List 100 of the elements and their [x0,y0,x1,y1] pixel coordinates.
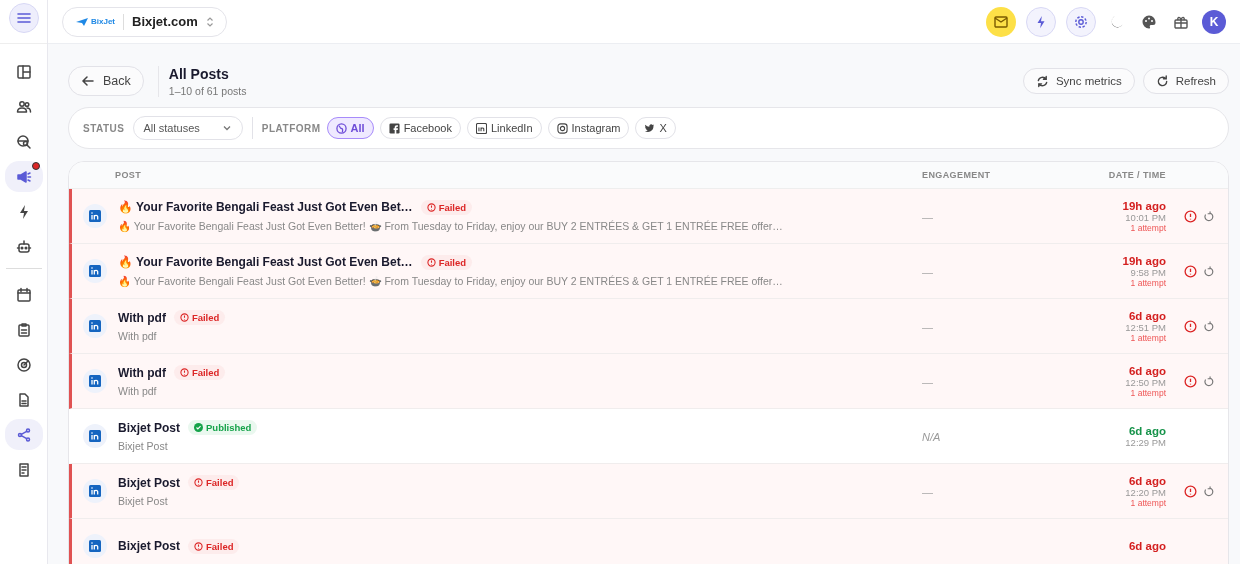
post-preview: Bixjet Post [118,440,169,452]
sync-icon [1035,74,1049,88]
info-icon [1184,484,1197,498]
megaphone-icon [15,168,32,185]
retry-icon [1203,485,1214,497]
post-time: 12:29 PM [1125,436,1166,448]
alert-circle-icon [426,202,436,212]
people-icon [15,98,32,115]
post-preview: 🔥 Your Favorite Bengali Feast Just Got Even Better! 🍲 From Tuesday to Friday, enjoy our BUY 2 ENTRÉES & GET 1 ENTRÉE FREE offer… [118,219,784,233]
error-info-button[interactable] [1184,374,1197,388]
post-time: 12:20 PM [1125,486,1166,498]
post-row[interactable]: Bixjet Post Failed Bixjet Post — 6d ago 12:20 PM 1 attempt [69,464,1228,519]
clipboard-icon [15,321,32,338]
post-row[interactable]: With pdf Failed With pdf — 6d ago 12:51 PM 1 attempt [69,299,1228,354]
sidebar-item[interactable] [4,161,43,192]
post-preview: With pdf [118,330,158,342]
status-tag: Failed [173,365,226,380]
linkedin-icon [83,424,107,448]
sidebar-item[interactable] [4,419,43,450]
column-header: POST [114,170,143,180]
error-info-button[interactable] [1184,264,1197,278]
bolt-button[interactable] [1026,6,1056,37]
attempt-count: 1 attempt [1130,277,1166,288]
post-row[interactable]: With pdf Failed With pdf — 6d ago 12:50 PM 1 attempt [69,354,1228,409]
retry-button[interactable] [1203,375,1214,387]
platform-filter[interactable]: Instagram [547,117,630,139]
engagement-value: N/A [922,431,941,443]
platform-filter[interactable]: Facebook [379,117,461,139]
post-preview: Bixjet Post [118,495,169,507]
post-title: 🔥 Your Favorite Bengali Feast Just Got Even Bet… [118,255,413,269]
info-icon [1184,319,1197,333]
facebook-icon [388,122,400,134]
post-row[interactable] [69,189,1228,244]
status-tag: Failed [188,475,240,490]
retry-button[interactable] [1203,485,1214,497]
alert-circle-icon [194,541,203,551]
post-title: Bixjet Post [118,475,180,490]
platform-filter[interactable]: X [635,117,676,139]
alert-circle-icon [194,478,203,487]
platform-label: PLATFORM [261,122,321,134]
search-globe-icon [15,133,32,150]
user-avatar[interactable]: K [1202,9,1226,34]
info-icon [1184,264,1197,278]
workspace-switcher[interactable]: BixJet Bixjet.com [62,6,227,37]
palette-icon [1141,13,1157,30]
post-preview: 🔥 Your Favorite Bengali Feast Just Got Even Better! 🍲 From Tuesday to Friday, enjoy our BUY 2 ENTRÉES & GET 1 ENTRÉE FREE offer… [118,274,784,288]
relative-time: 19h ago [1122,254,1166,267]
linkedin-icon [83,534,107,558]
platform-filter[interactable]: All [326,117,374,139]
engagement-value: — [922,376,933,388]
column-header: DATE / TIME [1107,170,1167,180]
menu-icon [15,10,32,26]
relative-time: 6d ago [1128,540,1166,552]
attempt-count: 1 attempt [1130,387,1166,398]
post-row[interactable] [69,244,1228,299]
info-icon [1184,209,1197,223]
settings-button[interactable] [1066,6,1096,37]
error-info-button[interactable] [1184,319,1197,333]
layout-icon [15,63,32,80]
relative-time: 6d ago [1128,424,1166,437]
retry-button[interactable] [1203,265,1214,277]
status-tag: Failed [420,254,473,270]
retry-button[interactable] [1203,210,1214,222]
refresh-icon [1155,74,1169,88]
status-dropdown[interactable]: All statuses [132,116,243,140]
alert-circle-icon [426,257,436,267]
linkedin-icon [83,314,107,338]
back-button[interactable]: Back [68,66,144,96]
post-row[interactable]: Bixjet Post Failed 6d ago [69,519,1228,564]
linkedin-icon [83,204,107,228]
arrow-left-icon [81,74,95,88]
post-time: 10:01 PM [1125,211,1166,223]
column-header: ENGAGEMENT [922,170,992,180]
refresh-button[interactable]: Refresh [1142,68,1229,94]
retry-button[interactable] [1203,320,1214,332]
post-time: 9:58 PM [1130,266,1166,278]
status-label: STATUS [83,122,125,134]
instagram-icon [556,122,568,134]
page-title: All Posts [168,65,230,82]
share-icon [15,426,32,443]
menu-button[interactable] [8,3,39,33]
error-info-button[interactable] [1184,209,1197,223]
post-time: 12:51 PM [1125,321,1166,333]
post-preview: With pdf [118,385,158,397]
mail-icon [993,13,1009,30]
attempt-count: 1 attempt [1130,222,1166,233]
linkedin-icon [83,369,107,393]
sync-metrics-button[interactable]: Sync metrics [1022,68,1135,94]
post-title: With pdf [118,365,166,380]
mail-button[interactable] [986,6,1016,37]
linkedin-icon [83,259,107,283]
chevron-down-icon [221,123,232,133]
info-icon [1184,374,1197,388]
attempt-count: 1 attempt [1130,497,1166,508]
status-tag: Failed [188,538,240,554]
platform-filter[interactable]: LinkedIn [466,117,542,139]
error-info-button[interactable] [1184,484,1197,498]
relative-time: 6d ago [1128,364,1166,377]
relative-time: 6d ago [1128,474,1166,487]
attempt-count: 1 attempt [1130,332,1166,343]
